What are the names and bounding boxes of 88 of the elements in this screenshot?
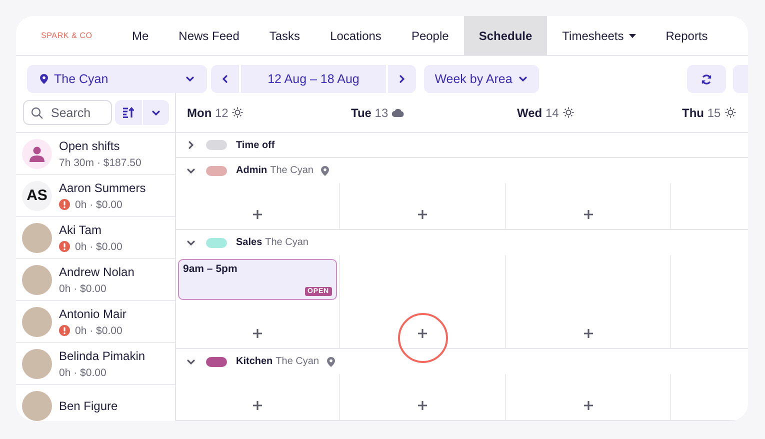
plus-icon[interactable]: [418, 401, 427, 410]
nav-tab[interactable]: Me: [117, 16, 164, 55]
sort-icon: [123, 107, 134, 118]
area-name: Time off: [236, 140, 275, 150]
person-name: Belinda Pimakin: [59, 348, 146, 362]
nav-tab[interactable]: Timesheets: [547, 16, 651, 55]
area-location: The Cyan: [276, 356, 320, 367]
plus-icon[interactable]: [584, 329, 592, 338]
photo-placeholder: [22, 222, 52, 252]
location-pin-icon: [40, 74, 48, 84]
person-row[interactable]: Open shifts 7h 30m · $187.50: [16, 133, 175, 175]
chevron-down-icon: [185, 74, 195, 84]
initials-avatar: AS: [22, 180, 52, 210]
person-name: Aaron Summers: [59, 180, 146, 194]
hours-cost-text: 0h · $0.00: [59, 282, 106, 294]
person-name: Ben Figure: [59, 398, 118, 412]
person-name: Open shifts: [59, 138, 121, 152]
chevron-down-icon: [186, 238, 196, 248]
person-row[interactable]: Ben Figure: [16, 385, 175, 421]
photo-placeholder: [22, 264, 52, 294]
sort-button[interactable]: [115, 100, 142, 125]
plus-icon[interactable]: [253, 401, 262, 410]
chevron-right-icon: [397, 74, 407, 84]
photo-placeholder: [22, 306, 52, 336]
day-header: Mon 12: [187, 106, 228, 120]
person-row[interactable]: Andrew Nolan 0h · $0.00: [16, 259, 175, 301]
plus-icon[interactable]: [584, 401, 592, 410]
chevron-down-icon: [151, 108, 161, 118]
day-header: Thu 15: [682, 106, 721, 120]
person-row[interactable]: Antonio Mair 0h · $0.00: [16, 301, 175, 343]
area-header[interactable]: Admin The Cyan: [176, 158, 748, 183]
chevron-left-icon: [220, 74, 230, 84]
day-header: Tue 13: [351, 106, 388, 120]
area-location: The Cyan: [265, 237, 308, 248]
search-field[interactable]: Search: [23, 100, 112, 125]
person-name: Antonio Mair: [59, 306, 126, 320]
chevron-down-icon: [186, 166, 196, 176]
nav-tab[interactable]: People: [396, 16, 464, 55]
area-name: Kitchen: [236, 356, 273, 367]
nav-tab[interactable]: Schedule: [464, 16, 548, 55]
cloud-icon: [392, 108, 404, 117]
hours-cost-text: 0h · $0.00: [75, 240, 122, 252]
next-week-button[interactable]: [388, 65, 416, 93]
photo-placeholder: [22, 348, 52, 378]
area-header[interactable]: Sales The Cyan: [176, 230, 748, 255]
sort-menu-button[interactable]: [143, 100, 169, 125]
search-icon: [31, 107, 43, 119]
location-select[interactable]: The Cyan: [27, 65, 207, 93]
area-name: Sales: [236, 237, 262, 248]
plus-icon[interactable]: [418, 210, 427, 219]
hours-cost-text: 0h · $0.00: [75, 324, 122, 336]
sun-icon: [232, 107, 244, 118]
hours-cost-text: 0h · $0.00: [59, 366, 106, 378]
photo-placeholder: [22, 390, 52, 420]
sun-icon: [724, 107, 736, 118]
hours-cost-text: 0h · $0.00: [75, 198, 122, 210]
plus-icon[interactable]: [253, 210, 262, 219]
person-row[interactable]: Belinda Pimakin 0h · $0.00: [16, 343, 175, 385]
refresh-button[interactable]: [687, 65, 726, 93]
chevron-down-icon: [518, 74, 528, 84]
area-header[interactable]: Time off: [176, 133, 748, 158]
person-icon: [29, 146, 45, 162]
view-select[interactable]: Week by Area: [424, 65, 539, 93]
pin-icon: [327, 356, 336, 366]
area-location: The Cyan: [270, 165, 314, 176]
nav-tab[interactable]: Locations: [315, 16, 396, 55]
nav-tab[interactable]: Reports: [650, 16, 723, 55]
shift-time: 9am – 5pm: [183, 263, 238, 275]
person-row[interactable]: Aki Tam 0h · $0.00: [16, 217, 175, 259]
nav-tab[interactable]: News Feed: [164, 16, 254, 55]
plus-icon[interactable]: [253, 329, 262, 338]
caret-down-icon: [628, 34, 636, 38]
refresh-icon: [701, 74, 712, 84]
plus-icon[interactable]: [584, 210, 592, 219]
previous-week-button[interactable]: [211, 65, 239, 93]
chevron-right-icon: [186, 140, 196, 150]
person-name: Andrew Nolan: [59, 264, 134, 278]
person-name: Aki Tam: [59, 222, 102, 236]
chevron-down-icon: [186, 356, 196, 366]
plus-icon[interactable]: [418, 329, 427, 338]
hours-cost-text: 7h 30m · $187.50: [59, 156, 142, 168]
sun-icon: [562, 107, 574, 118]
day-header: Wed 14: [517, 106, 559, 120]
date-range-button[interactable]: 12 Aug – 18 Aug: [241, 65, 386, 93]
area-header[interactable]: Kitchen The Cyan: [176, 349, 748, 374]
pin-icon: [321, 166, 330, 176]
nav-tab[interactable]: Tasks: [254, 16, 316, 55]
area-name: Admin: [236, 165, 268, 176]
